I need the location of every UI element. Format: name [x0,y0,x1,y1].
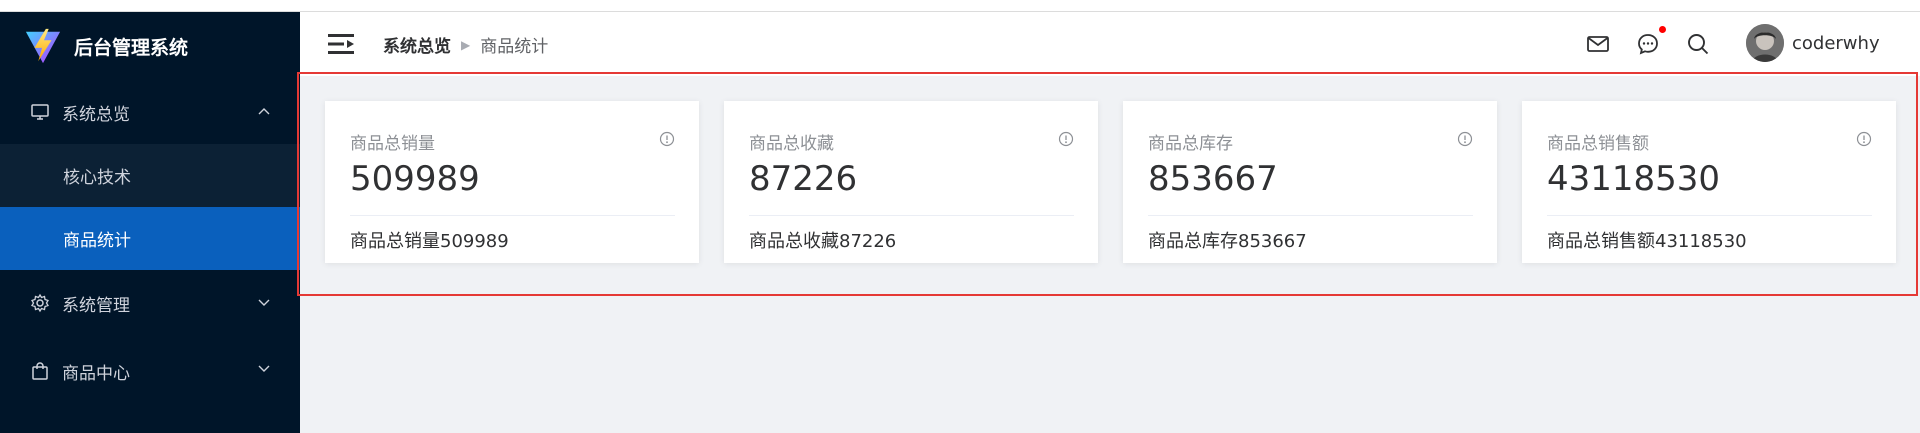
divider [749,215,1074,216]
breadcrumb-item[interactable]: 系统总览 [383,32,451,57]
avatar[interactable] [1746,24,1784,62]
submenu-goods-stats[interactable]: 商品统计 [0,207,300,270]
gear-icon [30,293,50,313]
stat-card-value: 853667 [1148,159,1278,199]
info-icon[interactable] [659,131,675,147]
bag-icon [30,361,50,381]
app-title: 后台管理系统 [74,36,189,59]
stat-card: 商品总库存 853667 商品总库存853667 [1123,101,1497,263]
submenu-label: 核心技术 [63,168,131,188]
stat-card-value: 43118530 [1547,159,1721,199]
notification-dot [1659,26,1666,33]
submenu-core-tech[interactable]: 核心技术 [0,144,300,207]
stat-card-footer: 商品总销售额43118530 [1547,231,1747,252]
menu-system-management[interactable]: 系统管理 [0,270,300,336]
divider [1148,215,1473,216]
browser-top-strip [0,0,1920,12]
stat-card-title: 商品总收藏 [749,134,834,154]
divider [350,215,675,216]
menu-label: 系统总览 [62,104,130,125]
top-header: 系统总览 ▶ 商品统计 coderwhy [300,12,1920,76]
stat-card-title: 商品总销售额 [1547,134,1649,154]
chat-icon[interactable] [1636,32,1660,56]
breadcrumb: 系统总览 ▶ 商品统计 [383,32,548,57]
chevron-up-icon [258,108,270,115]
breadcrumb-item: 商品统计 [480,37,549,57]
stat-card: 商品总收藏 87226 商品总收藏87226 [724,101,1098,263]
username[interactable]: coderwhy [1792,33,1880,54]
menu-goods-center[interactable]: 商品中心 [0,336,300,406]
info-icon[interactable] [1457,131,1473,147]
stat-card-footer: 商品总销量509989 [350,231,509,252]
fold-menu-icon[interactable] [328,32,356,56]
info-icon[interactable] [1058,131,1074,147]
stat-card-title: 商品总库存 [1148,134,1233,154]
stat-card: 商品总销量 509989 商品总销量509989 [325,101,699,263]
submenu-label: 商品统计 [63,231,131,251]
stat-card-footer: 商品总收藏87226 [749,231,897,252]
mail-icon[interactable] [1586,32,1610,56]
chevron-down-icon [258,365,270,372]
stat-card-title: 商品总销量 [350,134,435,154]
search-icon[interactable] [1686,32,1710,56]
breadcrumb-separator-icon: ▶ [461,37,471,52]
app-logo[interactable]: 后台管理系统 [0,12,300,80]
stat-card-value: 509989 [350,159,480,199]
stat-card-footer: 商品总库存853667 [1148,231,1307,252]
monitor-icon [30,102,50,122]
sidebar: 后台管理系统 系统总览 核心技术 商品统计 系统管理 商品中心 [0,12,300,433]
info-icon[interactable] [1856,131,1872,147]
chevron-down-icon [258,299,270,306]
menu-label: 商品中心 [62,363,130,384]
menu-system-overview[interactable]: 系统总览 [0,80,300,144]
stat-card: 商品总销售额 43118530 商品总销售额43118530 [1522,101,1896,263]
vite-logo-icon [25,28,61,64]
menu-label: 系统管理 [62,295,130,316]
stat-card-value: 87226 [749,159,858,199]
divider [1547,215,1872,216]
